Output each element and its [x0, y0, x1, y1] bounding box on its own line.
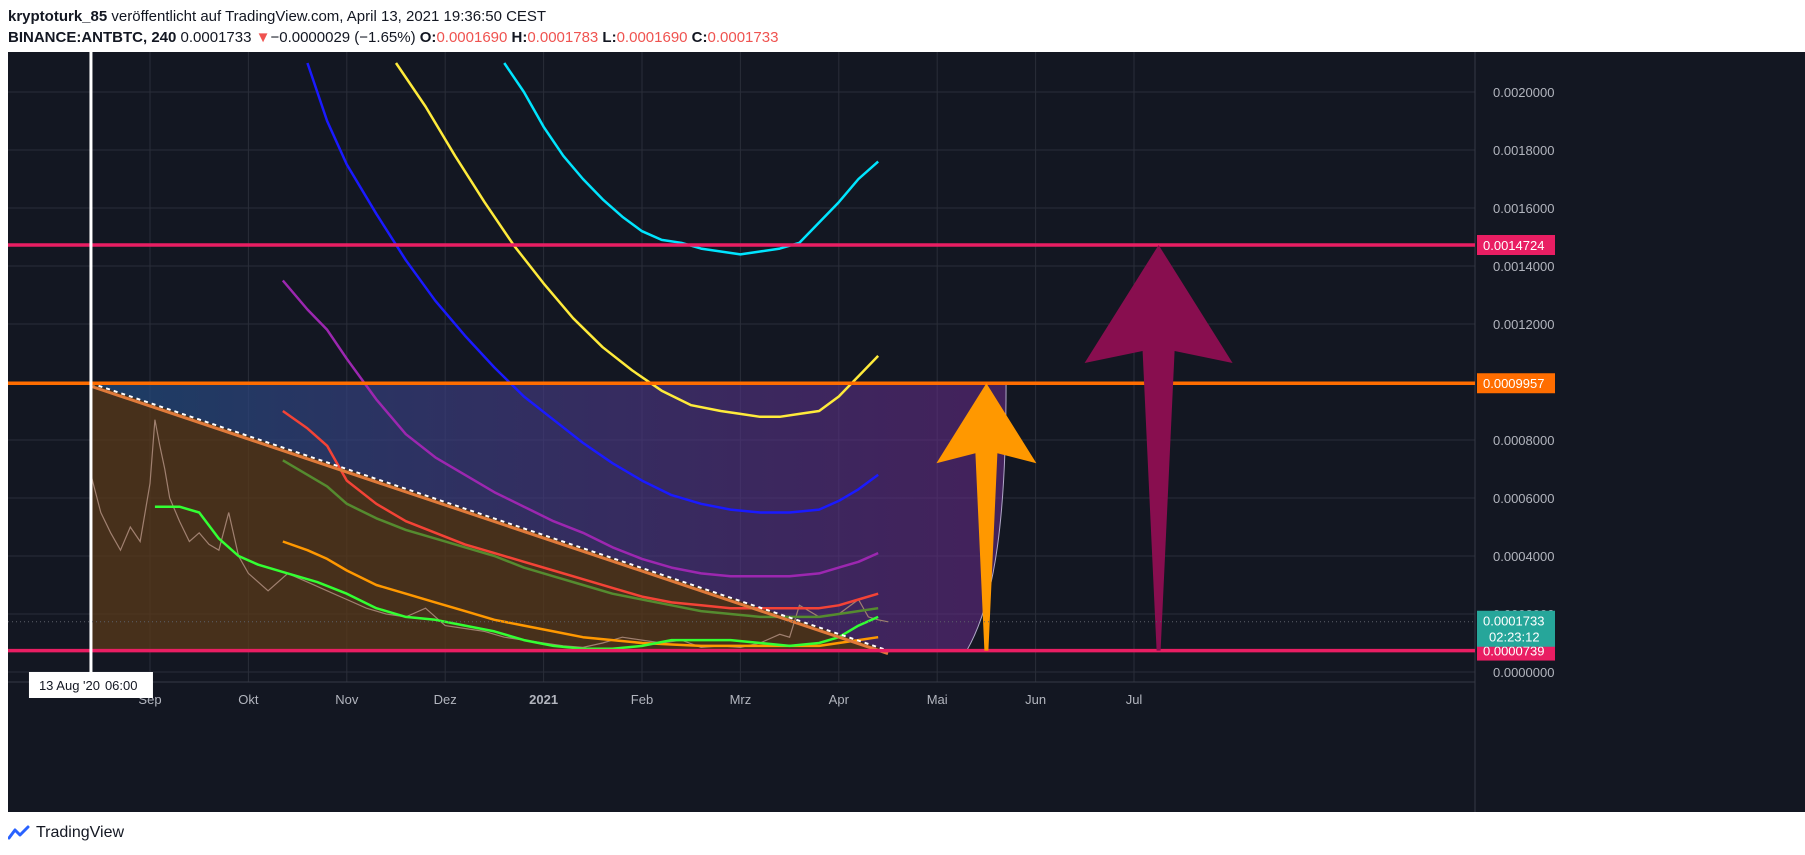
y-tick-label: 0.0004000: [1493, 549, 1554, 564]
close-value: 0.0001733: [707, 29, 779, 46]
crosshair-date-label: 13 Aug '20: [39, 678, 100, 693]
crosshair-time-label: 06:00: [105, 678, 138, 693]
publish-info: veröffentlicht auf TradingView.com, Apri…: [111, 8, 547, 25]
symbol-line: BINANCE:ANTBTC, 240 0.0001733 ▼−0.000002…: [8, 27, 1798, 48]
price-change: −0.0000029 (−1.65%): [270, 29, 416, 46]
x-tick-label: 2021: [529, 692, 558, 707]
x-tick-label: Mrz: [730, 692, 752, 707]
x-tick-label: Okt: [238, 692, 259, 707]
symbol-label: BINANCE:ANTBTC, 240: [8, 29, 177, 46]
y-tick-label: 0.0020000: [1493, 85, 1554, 100]
down-arrow-icon: ▼: [255, 29, 271, 46]
y-tick-label: 0.0006000: [1493, 491, 1554, 506]
publish-line: kryptoturk_85 veröffentlicht auf Trading…: [8, 6, 1798, 27]
ma-curve-2: [394, 62, 880, 419]
last-price: 0.0001733: [180, 29, 252, 46]
x-tick-label: Feb: [631, 692, 653, 707]
resistance-level-tag-label: 0.0009957: [1483, 376, 1544, 391]
y-tick-label: 0.0016000: [1493, 201, 1554, 216]
y-tick-label: 0.0018000: [1493, 143, 1554, 158]
x-tick-label: Mai: [927, 692, 948, 707]
chart-area[interactable]: 0.0020000 0.0018000 0.0016000 0.0014000 0.00…: [8, 52, 1805, 812]
high-label: H:: [511, 29, 528, 46]
price-chart[interactable]: 0.0020000 0.0018000 0.0016000 0.0014000 0.00…: [8, 52, 1805, 812]
x-tick-label: Apr: [829, 692, 850, 707]
footer: TradingView: [8, 818, 124, 848]
close-label: C:: [691, 29, 708, 46]
x-tick-label: Jul: [1126, 692, 1143, 707]
tradingview-brand[interactable]: TradingView: [36, 824, 124, 842]
y-tick-label: 0.0008000: [1493, 433, 1554, 448]
x-tick-label: Nov: [335, 692, 359, 707]
x-tick-label: Dez: [434, 692, 457, 707]
low-value: 0.0001690: [616, 29, 688, 46]
chart-header: kryptoturk_85 veröffentlicht auf Trading…: [8, 6, 1798, 48]
tradingview-logo-icon[interactable]: [8, 825, 30, 841]
y-tick-label: 0.0012000: [1493, 317, 1554, 332]
low-label: L:: [602, 29, 617, 46]
y-tick-label: 0.0014000: [1493, 259, 1554, 274]
y-tick-label: 0.0000000: [1493, 665, 1554, 680]
author-name[interactable]: kryptoturk_85: [8, 8, 107, 25]
countdown-label: 02:23:12: [1489, 630, 1540, 645]
open-label: O:: [419, 29, 437, 46]
purple-arrow-icon: [1084, 245, 1233, 651]
open-value: 0.0001690: [436, 29, 508, 46]
high-value: 0.0001783: [527, 29, 599, 46]
x-tick-label: Jun: [1025, 692, 1046, 707]
last-price-tag-label: 0.0001733: [1483, 614, 1544, 629]
target-level-high-tag-label: 0.0014724: [1483, 238, 1544, 253]
